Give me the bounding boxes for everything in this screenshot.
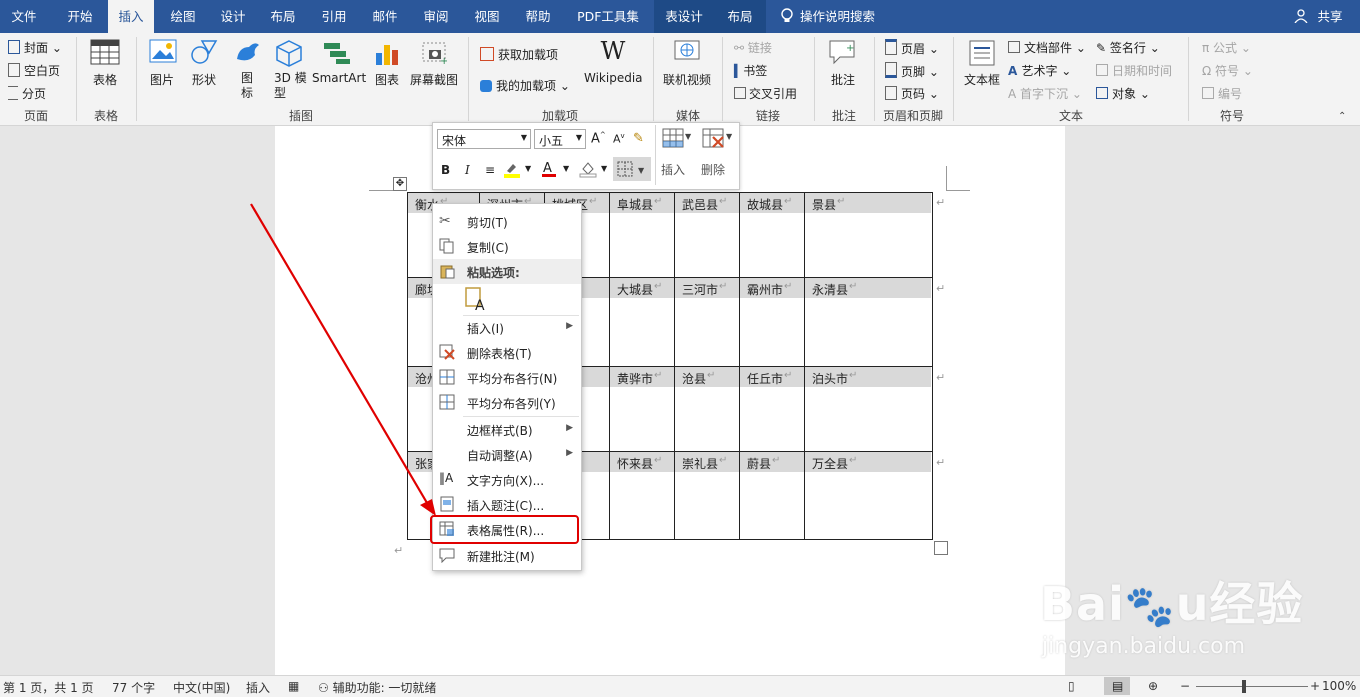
language[interactable]: 中文(中国) <box>173 679 230 696</box>
page-count[interactable]: 第 1 页，共 1 页 <box>3 679 94 696</box>
read-mode-icon[interactable]: ▯ <box>1068 679 1075 693</box>
accessibility-status[interactable]: ⚇ 辅助功能: 一切就绪 <box>318 679 436 696</box>
zoom-out-button[interactable]: − <box>1180 679 1190 693</box>
zoom-slider-thumb[interactable] <box>1242 680 1246 693</box>
web-layout-icon[interactable]: ⊕ <box>1148 679 1158 693</box>
status-bar: 第 1 页，共 1 页 77 个字 中文(中国) 插入 ▦ ⚇ 辅助功能: 一切… <box>0 675 1360 697</box>
insert-mode[interactable]: 插入 <box>246 679 270 696</box>
macro-icon[interactable]: ▦ <box>288 679 299 693</box>
zoom-in-button[interactable]: + <box>1310 679 1320 693</box>
watermark-url: jingyan.baidu.com <box>1042 634 1246 659</box>
accessibility-icon: ⚇ <box>318 681 333 695</box>
accessibility-label: 辅助功能: 一切就绪 <box>332 681 437 695</box>
watermark-logo: Bai🐾u经验 <box>1040 577 1304 631</box>
zoom-level[interactable]: 100% <box>1322 679 1356 693</box>
print-layout-button[interactable]: ▤ <box>1104 677 1130 695</box>
print-layout-icon: ▤ <box>1112 679 1124 693</box>
zoom-slider[interactable] <box>1196 686 1308 687</box>
word-count[interactable]: 77 个字 <box>112 679 155 696</box>
